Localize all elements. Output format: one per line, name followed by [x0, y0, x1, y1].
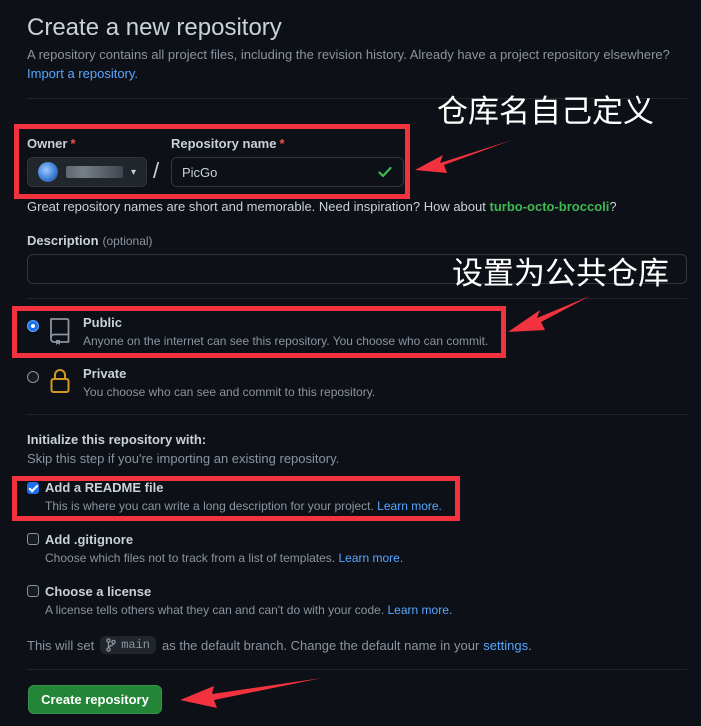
private-radio[interactable] — [27, 371, 39, 383]
readme-learn-more-link[interactable]: Learn more. — [377, 499, 442, 513]
intro-description: A repository contains all project files,… — [27, 47, 670, 62]
name-suggestion-link[interactable]: turbo-octo-broccoli — [489, 199, 609, 214]
chevron-down-icon: ▾ — [130, 166, 136, 178]
owner-label: Owner * — [27, 136, 76, 151]
license-learn-more-link[interactable]: Learn more. — [388, 603, 453, 617]
license-description: A license tells others what they can and… — [45, 603, 452, 617]
check-icon — [378, 166, 392, 178]
gitignore-description: Choose which files not to track from a l… — [45, 551, 403, 565]
hint-text: Great repository names are short and mem… — [27, 199, 486, 214]
import-repository-link[interactable]: Import a repository. — [27, 64, 687, 83]
public-description: Anyone on the internet can see this repo… — [83, 334, 489, 348]
gitignore-checkbox[interactable] — [27, 533, 39, 545]
repo-name-label-text: Repository name — [171, 136, 277, 151]
private-description: You choose who can see and commit to thi… — [83, 385, 376, 399]
license-description-text: A license tells others what they can and… — [45, 603, 385, 617]
arrow-repo-name — [415, 140, 512, 173]
public-title: Public — [83, 315, 123, 330]
divider-description — [27, 298, 687, 299]
owner-select[interactable]: ▾ — [27, 157, 147, 187]
create-repository-button[interactable]: Create repository — [28, 685, 162, 714]
readme-title: Add a README file — [45, 480, 164, 495]
description-label: Description (optional) — [27, 233, 153, 248]
repository-name-value: PicGo — [182, 164, 218, 180]
repo-name-required-mark: * — [279, 136, 285, 151]
settings-link[interactable]: settings. — [483, 638, 531, 653]
initialize-title: Initialize this repository with: — [27, 432, 207, 447]
arrow-public — [508, 296, 590, 332]
optional-label: (optional) — [102, 234, 153, 248]
repo-book-icon — [50, 318, 70, 345]
annotation-public-callout: 设置为公共仓库 — [452, 256, 669, 292]
branch-prefix: This will set — [27, 637, 95, 653]
readme-checkbox[interactable] — [27, 482, 39, 494]
license-title: Choose a license — [45, 584, 152, 599]
repo-name-label: Repository name * — [171, 136, 285, 151]
repository-name-input[interactable]: PicGo — [171, 157, 404, 187]
owner-repo-separator: / — [153, 158, 160, 183]
divider-bottom — [27, 669, 687, 670]
lock-icon — [50, 369, 70, 393]
gitignore-title: Add .gitignore — [45, 532, 134, 547]
branch-name: main — [121, 638, 150, 652]
divider-visibility — [27, 414, 687, 415]
repository-name-hint: Great repository names are short and mem… — [27, 199, 617, 214]
annotation-box-public — [12, 306, 506, 358]
initialize-subtitle: Skip this step if you're importing an ex… — [27, 451, 340, 466]
branch-pill: main — [100, 636, 156, 654]
page-title: Create a new repository — [27, 14, 282, 41]
owner-label-text: Owner — [27, 136, 68, 151]
branch-middle-text: as the default branch. Change the defaul… — [162, 637, 480, 653]
owner-name-redacted — [66, 166, 123, 178]
public-radio[interactable] — [27, 320, 39, 332]
description-label-text: Description — [27, 233, 99, 248]
hint-suffix: ? — [609, 199, 617, 214]
arrow-create — [180, 678, 322, 708]
owner-required-mark: * — [70, 136, 76, 151]
readme-description: This is where you can write a long descr… — [45, 499, 442, 513]
annotation-repo-name-callout: 仓库名自己定义 — [437, 94, 654, 130]
license-checkbox[interactable] — [27, 585, 39, 597]
gitignore-description-text: Choose which files not to track from a l… — [45, 551, 336, 565]
private-title: Private — [83, 366, 127, 381]
readme-description-text: This is where you can write a long descr… — [45, 499, 374, 513]
default-branch-note: This will set main as the default branch… — [27, 636, 532, 654]
avatar — [38, 162, 58, 182]
git-branch-icon — [106, 638, 116, 652]
gitignore-learn-more-link[interactable]: Learn more. — [338, 551, 403, 565]
intro-text: A repository contains all project files,… — [27, 45, 687, 83]
